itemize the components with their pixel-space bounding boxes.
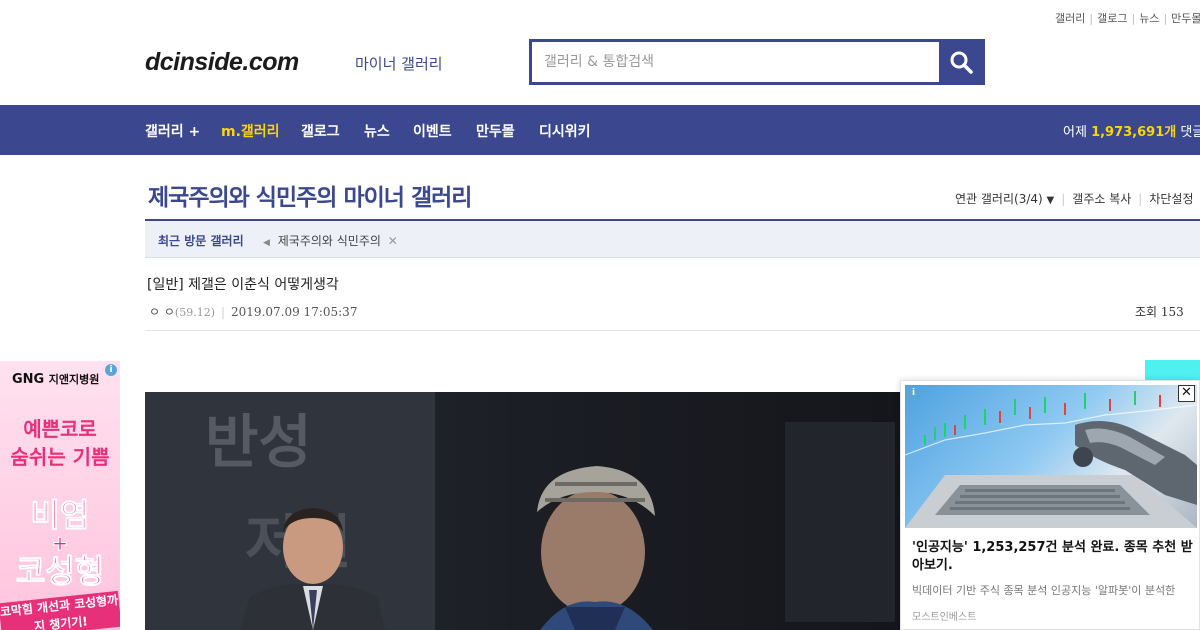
left-arrow-icon[interactable]: ◀ xyxy=(263,238,270,248)
search-input[interactable] xyxy=(532,42,939,82)
post-views: 조회 153 xyxy=(1135,305,1184,319)
ad-tagline: 예쁜코로 숨쉬는 기쁨 xyxy=(10,417,110,469)
related-gallery-button[interactable]: 연관 갤러리(3/4) ▼ xyxy=(955,192,1054,206)
ad-image[interactable]: i xyxy=(905,385,1197,528)
recent-gallery-link[interactable]: 제국주의와 식민주의 xyxy=(278,234,381,248)
logo-subtitle[interactable]: 마이너 갤러리 xyxy=(355,53,443,74)
nav-m-gallery[interactable]: m.갤러리 xyxy=(221,121,280,141)
site-logo[interactable]: dcinside.com xyxy=(145,48,299,77)
block-settings-button[interactable]: 차단설정 xyxy=(1149,192,1193,206)
post-image[interactable]: 반성 저질 xyxy=(145,392,900,630)
dropdown-arrow-icon: ▼ xyxy=(1046,195,1055,206)
nav-dcwiki[interactable]: 디시위키 xyxy=(539,121,591,141)
toplink-mandumall[interactable]: 만두몰 xyxy=(1171,12,1200,25)
post-author[interactable]: ㅇ ㅇ xyxy=(149,305,175,319)
nav-gallog[interactable]: 갤로그 xyxy=(301,121,340,141)
native-ad[interactable]: i ✕ '인공지능' 1,253,257건 분석 완료. 종목 추천 받아보기.… xyxy=(900,380,1200,630)
recent-label: 최근 방문 갤러리 xyxy=(158,234,244,248)
gallery-title[interactable]: 제국주의와 식민주의 마이너 갤러리 xyxy=(148,178,472,212)
ad-description[interactable]: 빅데이터 기반 주식 종목 분석 인공지능 '알파봇'이 분석한 xyxy=(912,582,1175,598)
svg-text:반성: 반성 xyxy=(205,408,312,476)
nav-gallery[interactable]: 갤러리 + xyxy=(145,121,200,141)
top-links: 갤러리 | 갤로그 | 뉴스 | 만두몰 xyxy=(1055,12,1200,25)
copy-address-button[interactable]: 갤주소 복사 xyxy=(1072,192,1131,206)
ad-brand: GNG 지앤지병원 xyxy=(12,372,100,387)
meta-divider xyxy=(145,330,1200,331)
nav-news[interactable]: 뉴스 xyxy=(364,121,390,141)
post-title: [일반] 제갤은 이춘식 어떻게생각 xyxy=(147,277,339,293)
ad-info-icon[interactable]: i xyxy=(907,387,920,400)
toplink-news[interactable]: 뉴스 xyxy=(1139,12,1159,25)
side-banner-ad[interactable]: i GNG 지앤지병원 예쁜코로 숨쉬는 기쁨 비염 + 코성형 코막힘 개선과 코성… xyxy=(0,361,120,630)
search-icon xyxy=(950,51,973,74)
post-meta: ㅇ ㅇ(59.12) | 2019.07.09 17:05:37 xyxy=(149,305,358,319)
recent-visited-bar: 최근 방문 갤러리 ◀ 제국주의와 식민주의 ✕ xyxy=(145,221,1200,258)
floating-promo-tab[interactable] xyxy=(1145,360,1200,382)
stat-value: 1,973,691개 xyxy=(1091,125,1177,140)
ad-headline[interactable]: '인공지능' 1,253,257건 분석 완료. 종목 추천 받아보기. xyxy=(912,539,1197,575)
close-icon[interactable]: ✕ xyxy=(1178,385,1195,402)
post-ip: (59.12) xyxy=(174,306,215,319)
ad-info-icon[interactable]: i xyxy=(105,364,117,376)
nav-event[interactable]: 이벤트 xyxy=(413,121,452,141)
ad-headline: 비염 + 코성형 xyxy=(15,496,105,590)
stat-prefix: 어제 xyxy=(1063,125,1087,140)
search-button[interactable] xyxy=(939,42,982,82)
stat-suffix: 댓글 xyxy=(1180,125,1200,140)
ad-footer-text: 코막힘 개선과 코성형까지 챙기기! xyxy=(0,590,120,630)
news-broadcast-image: 반성 저질 xyxy=(145,392,900,630)
ad-chart-graphic xyxy=(905,391,1197,528)
toplink-gallog[interactable]: 갤로그 xyxy=(1097,12,1127,25)
close-icon[interactable]: ✕ xyxy=(388,234,398,248)
toplink-gallery[interactable]: 갤러리 xyxy=(1055,12,1085,25)
main-nav: 갤러리 + m.갤러리 갤로그 뉴스 이벤트 만두몰 디시위키 어제 1,973… xyxy=(0,105,1200,155)
post-date: 2019.07.09 17:05:37 xyxy=(231,305,358,319)
recent-item: ◀ 제국주의와 식민주의 ✕ xyxy=(263,232,398,249)
search-box xyxy=(529,39,985,85)
nav-mandumall[interactable]: 만두몰 xyxy=(476,121,515,141)
gallery-tools: 연관 갤러리(3/4) ▼ | 갤주소 복사 | 차단설정 xyxy=(955,192,1194,206)
daily-stat: 어제 1,973,691개 댓글 xyxy=(1063,121,1200,140)
ad-source: 모스트인베스트 xyxy=(912,612,977,623)
